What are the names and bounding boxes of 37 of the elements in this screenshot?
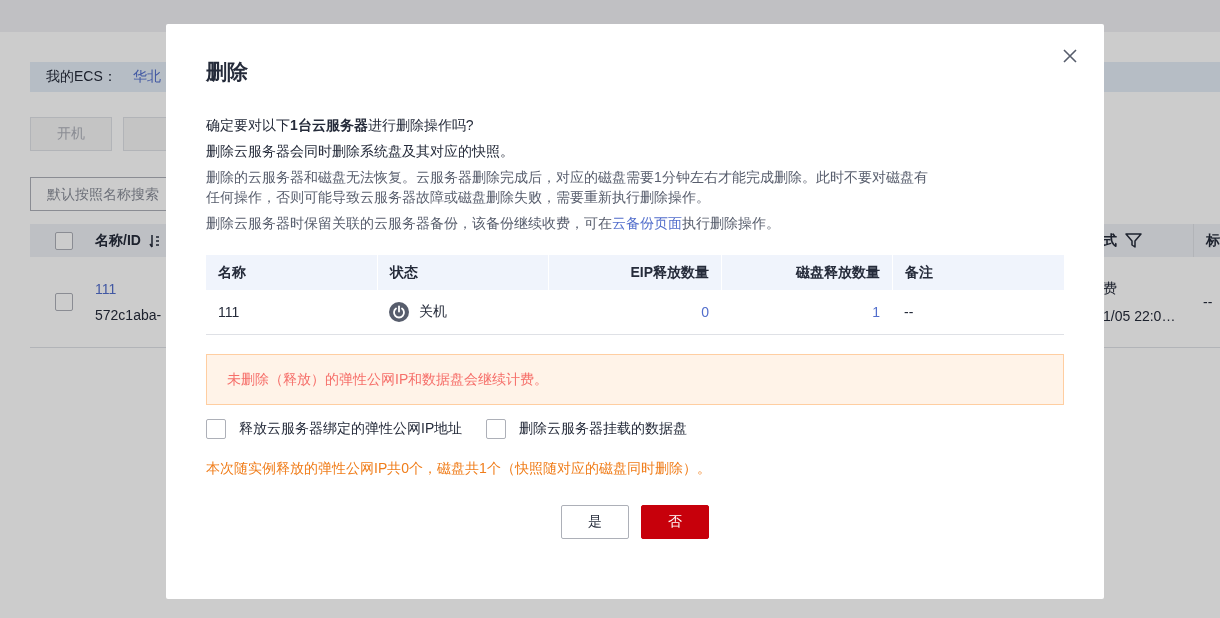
table-cell: 111 [206,290,377,335]
dialog-message: 确定要对以下1台云服务器进行删除操作吗? [206,116,475,135]
sort-icon[interactable] [148,233,159,248]
table-cell: -- [892,290,1064,335]
table-cell: 费 [1103,280,1117,298]
status-text: 关机 [419,303,447,321]
checkbox[interactable] [206,419,226,439]
column-header: 备注 [892,255,1064,290]
column-header: 磁盘释放数量 [721,255,892,290]
backup-page-link[interactable]: 云备份页面 [612,215,682,231]
disk-count: 1 [872,304,880,320]
yes-button[interactable]: 是 [561,505,629,539]
dialog-message: 删除云服务器时保留关联的云服务器备份，该备份继续收费，可在云备份页面执行删除操作。 [206,214,781,233]
release-summary: 本次随实例释放的弹性公网IP共0个，磁盘共1个（快照随对应的磁盘同时删除）。 [206,460,712,478]
billing-warning: 未删除（释放）的弹性公网IP和数据盘会继续计费。 [206,354,1064,405]
column-header: 标 [1206,231,1220,250]
dialog-title: 删除 [206,59,249,85]
column-header: 名称/ID [95,231,141,250]
filter-icon[interactable] [1125,232,1142,249]
no-button[interactable]: 否 [641,505,709,539]
dialog-message: 删除云服务器会同时删除系统盘及其对应的快照。 [206,142,515,161]
checkbox[interactable] [55,231,73,250]
table-cell: 1/05 22:0… [1103,308,1176,324]
row-checkbox[interactable] [55,293,73,311]
power-icon [389,302,409,322]
checkbox-label[interactable]: 释放云服务器绑定的弹性公网IP地址 [239,420,463,438]
checkbox[interactable] [486,419,507,439]
column-header: EIP释放数量 [548,255,721,290]
region-link[interactable]: 华北 [132,68,161,86]
info-label: 我的ECS： [46,68,117,86]
column-header: 名称 [206,255,377,290]
column-header: 状态 [377,255,548,290]
checkbox-label[interactable]: 删除云服务器挂载的数据盘 [519,420,688,438]
eip-count: 0 [701,304,709,320]
table-cell: -- [1203,294,1213,310]
server-name-link[interactable]: 111 [95,281,117,297]
server-id: 572c1aba- [95,307,162,323]
